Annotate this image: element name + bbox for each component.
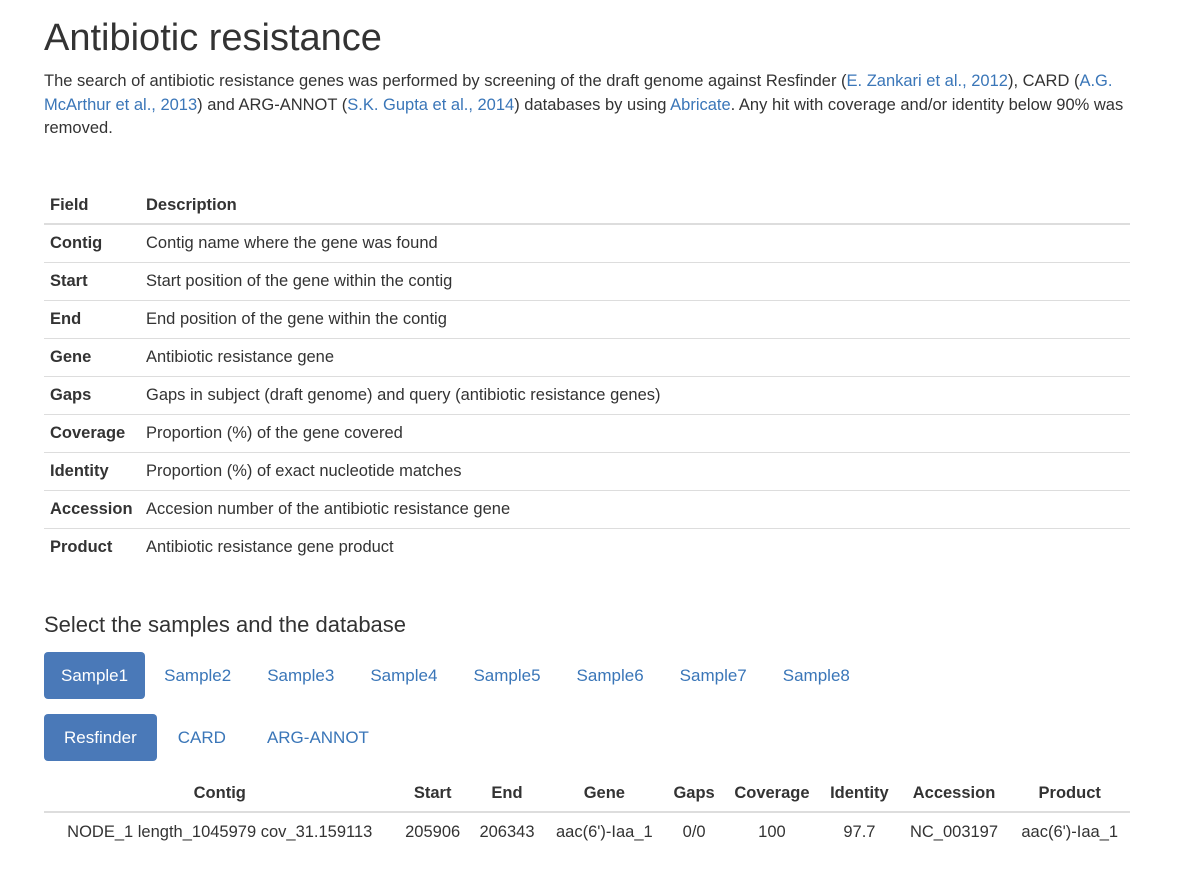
field-name: Contig (44, 224, 140, 263)
results-header-identity: Identity (820, 776, 899, 813)
results-table-body: NODE_1 length_1045979 cov_31.159113 20590… (44, 812, 1130, 851)
field-description: Accesion number of the antibiotic resist… (140, 490, 1130, 529)
field-name: Start (44, 262, 140, 301)
field-description: End position of the gene within the cont… (140, 300, 1130, 339)
intro-text-1: The search of antibiotic resistance gene… (44, 72, 847, 90)
results-cell-accession: NC_003197 (909, 822, 999, 841)
results-header-coverage: Coverage (723, 776, 821, 813)
intro-text-3: ) and ARG-ANNOT ( (197, 95, 348, 114)
field-description: Proportion (%) of the gene covered (140, 414, 1130, 453)
field-description: Antibiotic resistance gene product (146, 538, 394, 556)
field-description: Contig name where the gene was found (140, 224, 1130, 263)
fields-table: Field Description Contig Contig name wher… (44, 188, 1130, 566)
page-title: Antibiotic resistance (44, 17, 382, 59)
results-cell-start: 205906 (405, 822, 461, 841)
results-header-row: Contig Start End Gene Gaps Coverage Identity Ac… (44, 776, 1130, 813)
field-name: Accession (44, 490, 140, 529)
results-header-end: End (469, 776, 545, 813)
field-row-end: End End position of the gene within the c… (44, 300, 1130, 339)
results-cell-contig: NODE_1 length_1045979 cov_31.159113 (67, 822, 373, 841)
sample-tab-sample5[interactable]: Sample5 (456, 652, 557, 699)
sample-tab-sample6[interactable]: Sample6 (560, 652, 661, 699)
results-cell-gene: aac(6')-Iaa_1 (556, 822, 653, 841)
results-cell-identity: 97.7 (843, 822, 876, 841)
abricate-link[interactable]: Abricate (670, 96, 731, 114)
page: Antibiotic resistance The search of anti… (0, 0, 1200, 141)
intro-paragraph: The search of antibiotic resistance gene… (44, 70, 1134, 141)
field-description: Gaps in subject (draft genome) and query… (140, 376, 1130, 415)
select-heading: Select the samples and the database (44, 612, 407, 637)
database-tab-arg-annot[interactable]: ARG-ANNOT (247, 714, 389, 761)
field-name: Gene (44, 338, 140, 377)
sample-tab-sample2[interactable]: Sample2 (147, 652, 248, 699)
results-cell-coverage: 100 (758, 822, 786, 841)
field-description: Antibiotic resistance gene (140, 338, 1130, 377)
results-header-accession: Accession (898, 776, 1010, 813)
results-table: Contig Start End Gene Gaps Coverage Identity Ac… (44, 776, 1130, 851)
intro-text-2: ), CARD ( (1007, 72, 1080, 90)
field-row-accession: Accession Accesion number of the antibiot… (44, 490, 1130, 529)
database-tab-card[interactable]: CARD (158, 714, 246, 761)
field-name: Coverage (44, 414, 140, 453)
fields-table-body: Contig Contig name where the gene was fou… (44, 224, 1130, 566)
results-header-product: Product (1009, 776, 1130, 813)
results-header-gene: Gene (544, 776, 665, 813)
field-column-header: Field (44, 188, 140, 225)
database-tab-resfinder[interactable]: Resfinder (44, 714, 157, 761)
field-name: Identity (44, 452, 140, 491)
field-row-coverage: Coverage Proportion (%) of the gene cover… (44, 414, 1130, 453)
field-row-gaps: Gaps Gaps in subject (draft genome) and q… (44, 376, 1130, 415)
field-description: Start position of the gene within the co… (140, 262, 1130, 301)
sample-tab-sample3[interactable]: Sample3 (250, 652, 351, 699)
sample-tab-sample4[interactable]: Sample4 (353, 652, 454, 699)
results-header-gaps: Gaps (664, 776, 724, 813)
sample-tabs: Sample1 Sample2 Sample3 Sample4 Sample5 Sampl… (44, 652, 869, 699)
results-header-contig: Contig (44, 776, 396, 813)
field-row-identity: Identity Proportion (%) of exact nucleoti… (44, 452, 1130, 491)
gupta-reference-link[interactable]: S.K. Gupta et al., 2014 (347, 96, 514, 114)
database-tabs: Resfinder CARD ARG-ANNOT (44, 714, 390, 761)
sample-tab-sample7[interactable]: Sample7 (663, 652, 764, 699)
results-cell-product: aac(6')-Iaa_1 (1021, 822, 1119, 841)
field-row-gene: Gene Antibiotic resistance gene (44, 338, 1130, 377)
field-row-contig: Contig Contig name where the gene was fou… (44, 224, 1130, 263)
intro-text-4: ) databases by using (514, 95, 671, 114)
results-cell-gaps: 0/0 (682, 822, 706, 841)
field-row-start: Start Start position of the gene within t… (44, 262, 1130, 301)
field-name: Product (50, 538, 113, 556)
results-header-start: Start (395, 776, 470, 813)
field-name: Gaps (44, 376, 140, 415)
field-row-product: Product Antibiotic resistance gene produc… (44, 529, 1130, 567)
sample-tab-sample8[interactable]: Sample8 (766, 652, 867, 699)
field-name: End (44, 300, 140, 339)
results-row: NODE_1 length_1045979 cov_31.159113 20590… (44, 812, 1130, 851)
fields-header-row: Field Description (44, 188, 1130, 225)
description-column-header: Description (140, 188, 1130, 225)
sample-tab-sample1[interactable]: Sample1 (44, 652, 146, 699)
results-cell-end: 206343 (479, 822, 535, 841)
field-description: Proportion (%) of exact nucleotide match… (140, 452, 1130, 491)
zankari-reference-link[interactable]: E. Zankari et al., 2012 (847, 72, 1008, 90)
